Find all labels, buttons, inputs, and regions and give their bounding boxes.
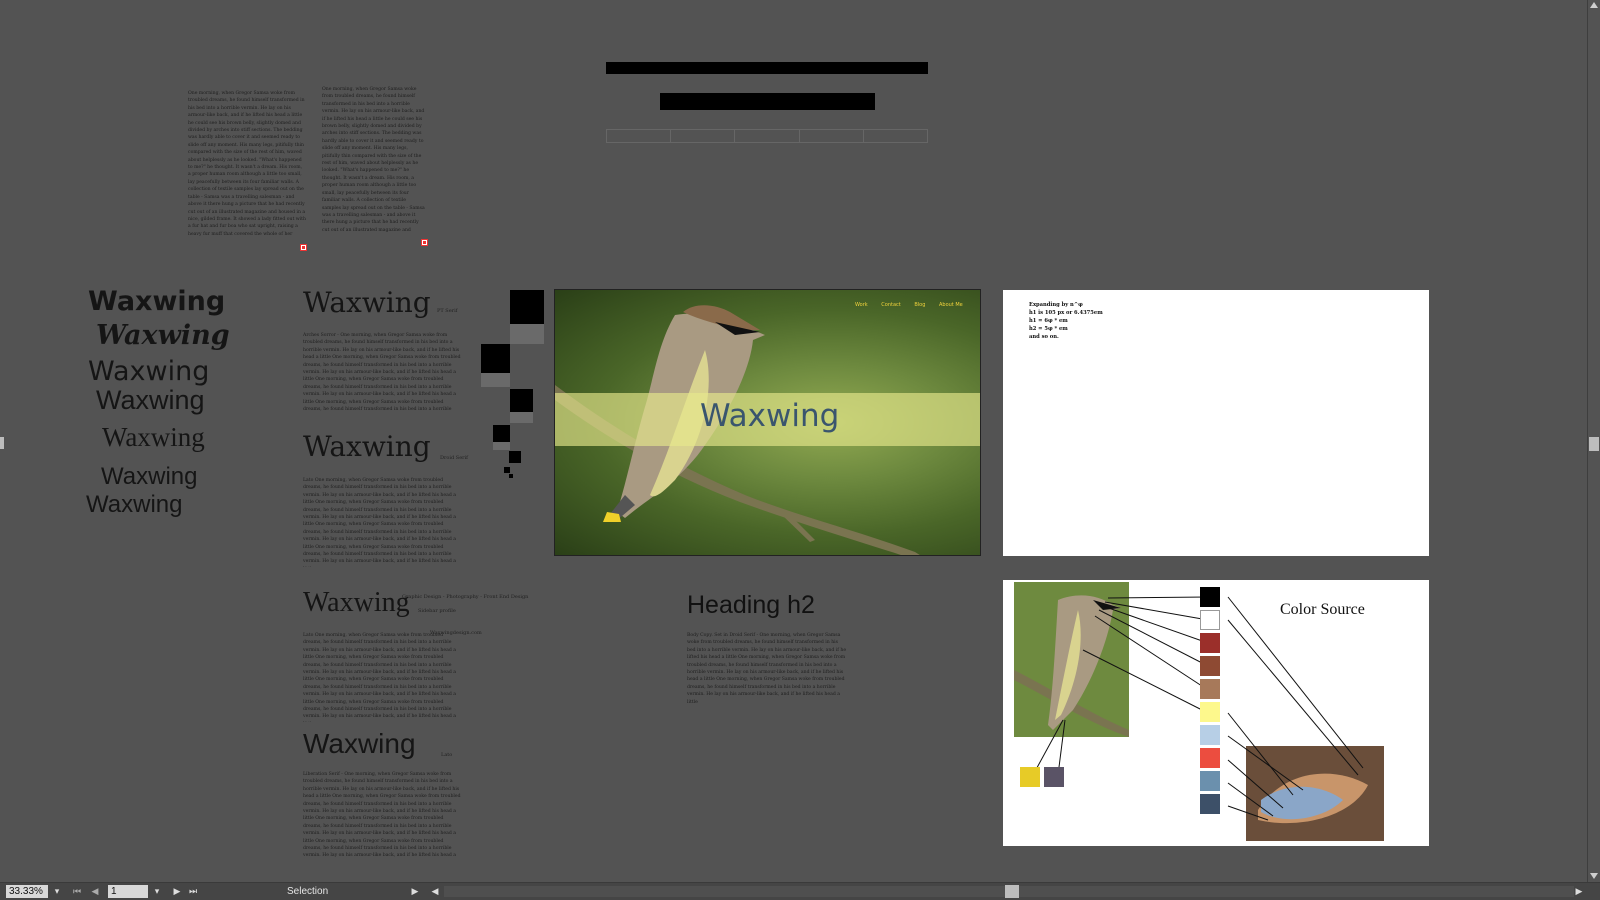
scroll-up-icon[interactable]: [1590, 2, 1598, 8]
scroll-down-icon[interactable]: [1590, 873, 1598, 879]
specimen-body[interactable]: Lato One morning, when Gregor Samsa woke…: [303, 477, 463, 567]
page-field[interactable]: 1: [108, 885, 148, 898]
color-swatch[interactable]: [1200, 679, 1220, 699]
scroll-thumb[interactable]: [1589, 437, 1599, 451]
word-sample[interactable]: Waxwing: [101, 463, 197, 491]
last-page-icon[interactable]: ⏭: [186, 884, 200, 899]
color-swatch[interactable]: [1200, 771, 1220, 791]
specimen-title[interactable]: Waxwing: [303, 587, 410, 619]
zoom-field[interactable]: 33.33%: [6, 885, 48, 898]
color-source-title[interactable]: Color Source: [1280, 601, 1365, 619]
zoom-dropdown-icon[interactable]: ▾: [50, 884, 64, 899]
overlap-label: Sidebar profile: [418, 608, 456, 614]
heading-bar-1: [606, 62, 928, 74]
specimen-font-label: Graphic Design - Photography - Front End…: [402, 594, 529, 600]
color-swatch[interactable]: [1200, 702, 1220, 722]
scale-notes-artboard[interactable]: Expanding by n^φ h1 is 105 px or 6.4375e…: [1003, 290, 1429, 556]
word-sample[interactable]: Waxwing: [88, 356, 209, 387]
color-source-artboard[interactable]: Color Source: [1003, 580, 1429, 846]
text-frame-1[interactable]: One morning, when Gregor Samsa woke from…: [188, 90, 306, 251]
hero-mockup[interactable]: Waxwing Work Contact Blog About Me: [554, 289, 981, 556]
tool-status: Selection: [287, 886, 329, 897]
specimen-title[interactable]: Waxwing: [303, 430, 431, 463]
specimen-title[interactable]: Waxwing: [303, 286, 431, 319]
heading-h2[interactable]: Heading h2: [687, 591, 815, 620]
specimen-body[interactable]: Lato One morning, when Gregor Samsa woke…: [303, 632, 463, 722]
next-page-icon[interactable]: ▶: [170, 884, 184, 899]
horizontal-scroll-thumb[interactable]: [1005, 885, 1019, 898]
word-sample[interactable]: Waxwing: [96, 320, 230, 351]
color-swatch[interactable]: [1200, 610, 1220, 630]
color-swatch[interactable]: [1200, 748, 1220, 768]
color-swatch[interactable]: [1200, 587, 1220, 607]
color-swatch[interactable]: [1200, 794, 1220, 814]
specimen-title[interactable]: Waxwing: [303, 728, 416, 760]
color-swatch[interactable]: [1020, 767, 1040, 787]
nav-about[interactable]: About Me: [939, 302, 963, 308]
left-edge-marker: [0, 437, 4, 449]
specimen-body[interactable]: Arches Sorror - One morning, when Gregor…: [303, 332, 463, 412]
hero-title[interactable]: Waxwing: [700, 398, 839, 434]
nav-contact[interactable]: Contact: [881, 302, 900, 308]
vertical-scrollbar[interactable]: [1587, 0, 1600, 883]
color-swatch[interactable]: [1044, 767, 1064, 787]
heading-bar-2: [660, 93, 875, 110]
first-page-icon[interactable]: ⏮: [70, 884, 84, 899]
scale-notes: Expanding by n^φ h1 is 105 px or 6.4375e…: [1029, 302, 1103, 340]
word-sample[interactable]: Waxwing: [96, 385, 205, 416]
status-menu-icon[interactable]: ▶: [408, 884, 422, 899]
color-swatch[interactable]: [1200, 725, 1220, 745]
specimen-body[interactable]: Liberation Serif - One morning, when Gre…: [303, 771, 463, 859]
scroll-right-icon[interactable]: ▶: [1572, 884, 1586, 899]
text-frame-2[interactable]: One morning, when Gregor Samsa woke from…: [322, 86, 426, 246]
specimen-font-label: Droid Serif: [440, 455, 469, 461]
color-swatch[interactable]: [1200, 633, 1220, 653]
nav-work[interactable]: Work: [855, 302, 868, 308]
nav-blog[interactable]: Blog: [914, 302, 925, 308]
overset-text-icon[interactable]: [300, 244, 307, 251]
color-swatch[interactable]: [1200, 656, 1220, 676]
heading-h2-body[interactable]: Body Copy. Set in Droid Serif - One morn…: [687, 632, 847, 722]
word-sample[interactable]: Waxwing: [88, 286, 225, 317]
hero-nav: Work Contact Blog About Me: [855, 302, 963, 308]
status-bar: 33.33% ▾ ⏮ ◀ 1 ▾ ▶ ⏭ Selection ▶ ◀ ▶: [0, 882, 1600, 900]
specimen-font-label: Lato: [441, 752, 453, 758]
word-sample[interactable]: Waxwing: [102, 422, 205, 453]
prev-page-icon[interactable]: ◀: [88, 884, 102, 899]
specimen-font-label: PT Serif: [437, 308, 458, 314]
page-dropdown-icon[interactable]: ▾: [150, 884, 164, 899]
scroll-left-icon[interactable]: ◀: [428, 884, 442, 899]
word-sample[interactable]: Waxwing: [86, 491, 182, 519]
grid-row: [606, 129, 928, 143]
overset-text-icon[interactable]: [421, 239, 428, 246]
